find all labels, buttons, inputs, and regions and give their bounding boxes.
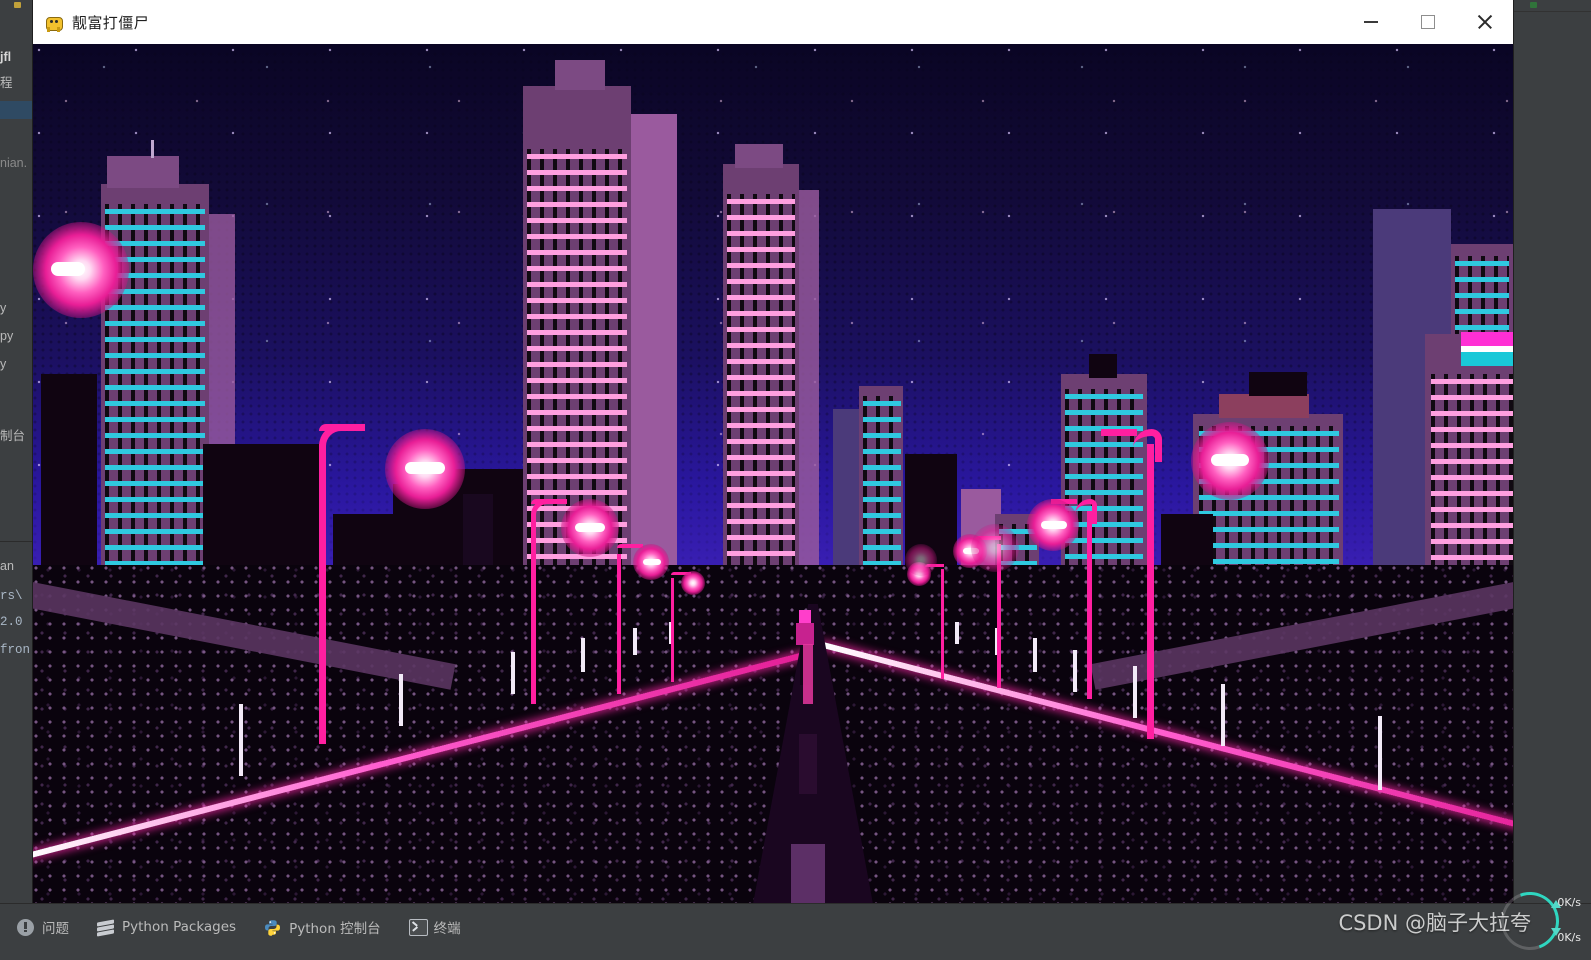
- project-line[interactable]: y: [0, 301, 33, 315]
- tool-button-label: 问题: [42, 921, 69, 937]
- lamp-pole: [671, 578, 674, 682]
- project-line[interactable]: 制台: [0, 429, 33, 443]
- lamp-pole: [319, 444, 326, 744]
- lamp-arm: [1101, 429, 1137, 436]
- download-speed: 0K/s: [1557, 931, 1581, 944]
- road-post[interactable]: [399, 674, 403, 726]
- project-line[interactable]: y: [0, 357, 33, 371]
- building-right-tall-cap: [1089, 354, 1117, 378]
- tool-window-buttons: 问题 Python Packages Python 控制台 终端: [14, 912, 486, 942]
- project-line[interactable]: jfl: [0, 50, 33, 64]
- tower-left-1-roof: [107, 156, 179, 188]
- tool-button-label: Python Packages: [122, 919, 237, 935]
- lamp-pole: [531, 514, 536, 704]
- lamp-glow: [681, 571, 705, 595]
- console-line: 2.0: [0, 615, 23, 629]
- toolbar-icon-1[interactable]: [14, 2, 21, 8]
- console-line: an: [0, 559, 14, 573]
- city-glow-core: [51, 262, 85, 276]
- neon-city-scene: [33, 44, 1513, 905]
- window-controls: [1342, 0, 1513, 44]
- building-right-roofbox: [1249, 372, 1307, 396]
- tool-button-python-packages[interactable]: Python Packages: [94, 912, 249, 942]
- console-line: rs\: [0, 589, 23, 603]
- road-post[interactable]: [239, 704, 243, 776]
- tool-button-python-console[interactable]: Python 控制台: [261, 912, 394, 942]
- project-line-selected[interactable]: [0, 101, 33, 119]
- building-right-wide-top: [1219, 394, 1309, 418]
- tool-button-label: 终端: [433, 921, 461, 937]
- neon-stripe-cyan: [1461, 332, 1513, 346]
- lamp-core: [1041, 521, 1067, 529]
- lamp-core: [1211, 454, 1249, 466]
- player-body: [796, 623, 814, 645]
- packages-icon: [97, 919, 114, 936]
- close-button[interactable]: [1456, 0, 1513, 44]
- road-center-stripe-3: [791, 844, 825, 905]
- road-post[interactable]: [511, 652, 515, 694]
- lamp-pole: [941, 569, 944, 679]
- game-canvas[interactable]: [33, 44, 1513, 905]
- player-head: [799, 610, 811, 623]
- road-post[interactable]: [1221, 684, 1225, 746]
- road-post[interactable]: [581, 638, 585, 672]
- lamp-pole: [1087, 511, 1092, 699]
- city-glow: [905, 544, 937, 576]
- upload-speed: 0K/s: [1557, 896, 1581, 909]
- city-glow: [971, 524, 1019, 572]
- console-line: fron: [0, 643, 31, 657]
- ide-bottom-toolbar: 问题 Python Packages Python 控制台 终端 CSDN @脑…: [0, 882, 1591, 960]
- bug-icon: [44, 13, 63, 32]
- problem-icon: [17, 918, 34, 936]
- lamp-pole: [617, 554, 621, 694]
- maximize-button[interactable]: [1399, 0, 1456, 44]
- tool-button-label: Python 控制台: [289, 921, 381, 937]
- ide-project-pane[interactable]: jfl 程 nian. y py y 制台 an rs\ 2.0 fron: [0, 11, 34, 904]
- tool-button-problems[interactable]: 问题: [14, 912, 82, 942]
- road-center-stripe-2: [799, 734, 817, 794]
- antenna: [151, 140, 154, 158]
- project-line[interactable]: 程: [0, 76, 33, 90]
- tower-center-2-roof: [735, 144, 783, 168]
- street-lamp: [1101, 429, 1162, 739]
- project-line[interactable]: py: [0, 329, 33, 343]
- toolbar-icon-9[interactable]: [1530, 2, 1537, 8]
- terminal-icon: [408, 918, 428, 936]
- lamp-core: [405, 462, 445, 474]
- lamp-pole: [1147, 444, 1154, 739]
- pane-divider: [0, 541, 33, 542]
- neon-stripe-cyan-3: [1461, 352, 1513, 366]
- road-post[interactable]: [955, 622, 959, 644]
- tower-center-left-roof: [555, 60, 605, 90]
- system-monitor-widget[interactable]: 0K/s 0K/s: [1475, 882, 1583, 960]
- minimize-button[interactable]: [1342, 0, 1399, 44]
- game-title-bar[interactable]: 靓富打僵尸: [33, 0, 1513, 44]
- lamp-core: [643, 559, 661, 565]
- game-window[interactable]: 靓富打僵尸: [33, 0, 1513, 905]
- python-console-icon: [264, 919, 281, 936]
- road-post[interactable]: [1378, 716, 1382, 790]
- lamp-arm-curve: [1133, 429, 1162, 462]
- lamp-core: [575, 523, 605, 532]
- tool-button-terminal[interactable]: 终端: [406, 912, 474, 942]
- road-post[interactable]: [1033, 638, 1037, 672]
- window-title: 靓富打僵尸: [72, 13, 150, 32]
- project-line[interactable]: nian.: [0, 156, 33, 170]
- street-lamp: [305, 424, 365, 744]
- road-center-stripe: [803, 644, 813, 704]
